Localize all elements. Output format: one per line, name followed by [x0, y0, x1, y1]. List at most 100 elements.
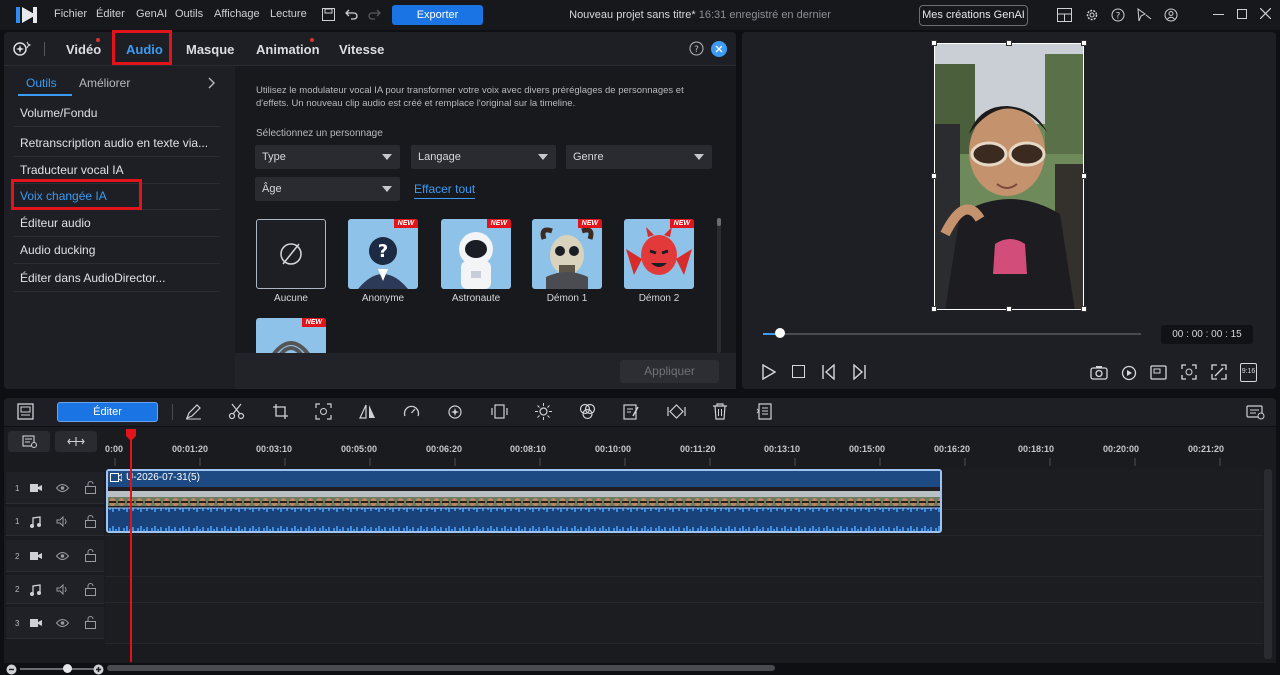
lock-icon[interactable]	[85, 616, 96, 629]
clear-all-link[interactable]: Effacer tout	[414, 182, 476, 199]
cards-scrollbar-thumb[interactable]	[717, 218, 721, 226]
resize-handle[interactable]	[931, 173, 937, 179]
color-icon[interactable]	[579, 403, 596, 420]
minimize-icon[interactable]	[1213, 14, 1224, 15]
language-dropdown[interactable]: Langage	[411, 145, 556, 169]
resize-handle[interactable]	[1006, 306, 1012, 312]
visibility-eye-icon[interactable]	[56, 618, 69, 628]
resize-handle[interactable]	[931, 40, 937, 46]
tab-animation[interactable]: Animation	[256, 42, 320, 57]
panel-close-icon[interactable]	[711, 41, 727, 57]
sidebar-item-transcription[interactable]: Retranscription audio en texte via...	[14, 130, 220, 157]
previous-frame-icon[interactable]	[821, 364, 836, 380]
video-preview[interactable]	[934, 43, 1084, 310]
playhead-handle[interactable]	[126, 429, 136, 441]
fit-timeline-button[interactable]	[55, 431, 97, 452]
voice-card-demon-2[interactable]: NEW Démon 2	[624, 219, 694, 304]
keyframe-icon[interactable]	[667, 403, 686, 420]
timeline-ruler[interactable]: 0:00 00:01:20 00:03:10 00:05:00 00:06:20…	[105, 430, 1263, 466]
feedback-icon[interactable]	[1137, 8, 1152, 22]
resize-handle[interactable]	[931, 306, 937, 312]
chapter-list-icon[interactable]	[756, 403, 773, 420]
playback-quality-icon[interactable]	[1121, 365, 1137, 381]
split-scissors-icon[interactable]	[228, 403, 245, 420]
maximize-icon[interactable]	[1237, 9, 1247, 19]
zoom-fit-icon[interactable]	[1181, 364, 1197, 380]
menu-outils[interactable]: Outils	[175, 8, 203, 20]
delete-trash-icon[interactable]	[712, 403, 728, 420]
resize-handle[interactable]	[1081, 306, 1087, 312]
crop-icon[interactable]	[272, 403, 289, 420]
flip-icon[interactable]	[359, 403, 376, 420]
aspect-ratio-icon[interactable]: 9:16	[1240, 363, 1257, 382]
stabilizer-icon[interactable]	[491, 403, 508, 420]
storyboard-mode-icon[interactable]	[17, 403, 34, 420]
menu-lecture[interactable]: Lecture	[270, 8, 307, 20]
close-window-icon[interactable]	[1260, 8, 1271, 19]
cards-scrollbar[interactable]	[717, 218, 721, 353]
zoom-out-icon[interactable]	[6, 664, 17, 675]
voice-card-anonymous[interactable]: ? NEW Anonyme	[348, 219, 418, 304]
zoom-in-icon[interactable]	[93, 664, 104, 675]
stop-icon[interactable]	[792, 365, 805, 378]
sidebar-item-audiodirector[interactable]: Éditer dans AudioDirector...	[14, 265, 220, 292]
lock-icon[interactable]	[85, 515, 96, 528]
playhead-line[interactable]	[130, 430, 132, 662]
sidebar-item-volume[interactable]: Volume/Fondu	[14, 100, 220, 127]
lock-icon[interactable]	[85, 549, 96, 562]
resize-handle[interactable]	[1081, 173, 1087, 179]
video-track-row[interactable]	[105, 536, 1263, 577]
subtab-tools[interactable]: Outils	[26, 76, 57, 90]
audio-track-row[interactable]	[105, 577, 1263, 603]
display-mode-icon[interactable]	[1150, 365, 1167, 380]
panel-help-icon[interactable]: ?	[689, 41, 704, 56]
volume-speaker-icon[interactable]	[56, 584, 69, 595]
chevron-right-icon[interactable]	[208, 77, 216, 89]
lock-icon[interactable]	[85, 481, 96, 494]
genai-creations-button[interactable]: Mes créations GenAI	[919, 5, 1028, 26]
next-frame-icon[interactable]	[852, 364, 867, 380]
video-track-row[interactable]	[105, 603, 1263, 644]
voice-card-none[interactable]: Aucune	[256, 219, 326, 304]
video-clip[interactable]	[106, 469, 942, 533]
ai-magic-icon[interactable]	[447, 403, 465, 420]
sidebar-item-audio-editor[interactable]: Éditeur audio	[14, 210, 220, 237]
apply-button[interactable]: Appliquer	[620, 360, 719, 383]
snapshot-camera-icon[interactable]	[1090, 365, 1108, 380]
type-dropdown[interactable]: Type	[255, 145, 400, 169]
layout-icon[interactable]	[1057, 8, 1072, 22]
help-icon[interactable]: ?	[1111, 8, 1125, 22]
age-dropdown[interactable]: Âge	[255, 177, 400, 201]
menu-affichage[interactable]: Affichage	[214, 8, 260, 20]
preview-scrubber[interactable]	[763, 333, 1141, 335]
visibility-eye-icon[interactable]	[56, 483, 69, 493]
zoom-slider-thumb[interactable]	[63, 664, 72, 673]
volume-speaker-icon[interactable]	[56, 516, 69, 527]
track-manager-button[interactable]	[8, 431, 50, 452]
account-icon[interactable]	[1164, 8, 1178, 22]
settings-gear-icon[interactable]	[1085, 8, 1099, 22]
resize-handle[interactable]	[1006, 40, 1012, 46]
gender-dropdown[interactable]: Genre	[566, 145, 712, 169]
draw-pen-icon[interactable]	[185, 403, 202, 420]
tab-video[interactable]: Vidéo	[66, 42, 101, 57]
redo-icon[interactable]	[368, 8, 381, 20]
brightness-icon[interactable]	[535, 403, 552, 420]
edit-properties-icon[interactable]	[623, 403, 640, 420]
save-icon[interactable]	[322, 8, 335, 21]
voice-card-demon-1[interactable]: NEW Démon 1	[532, 219, 602, 304]
timeline-vertical-scrollbar[interactable]	[1264, 469, 1272, 659]
resize-handle[interactable]	[1081, 40, 1087, 46]
subtab-improve[interactable]: Améliorer	[79, 76, 130, 90]
voice-card-astronaut[interactable]: NEW Astronaute	[441, 219, 511, 304]
export-button[interactable]: Exporter	[392, 5, 483, 25]
timeline-settings-icon[interactable]	[1246, 403, 1265, 420]
visibility-eye-icon[interactable]	[56, 551, 69, 561]
menu-editer[interactable]: Éditer	[96, 8, 125, 20]
tab-mask[interactable]: Masque	[186, 42, 234, 57]
speed-gauge-icon[interactable]	[403, 403, 420, 420]
tab-speed[interactable]: Vitesse	[339, 42, 384, 57]
play-icon[interactable]	[762, 364, 776, 380]
edit-button[interactable]: Éditer	[57, 402, 158, 422]
menu-genai[interactable]: GenAI	[136, 8, 167, 20]
